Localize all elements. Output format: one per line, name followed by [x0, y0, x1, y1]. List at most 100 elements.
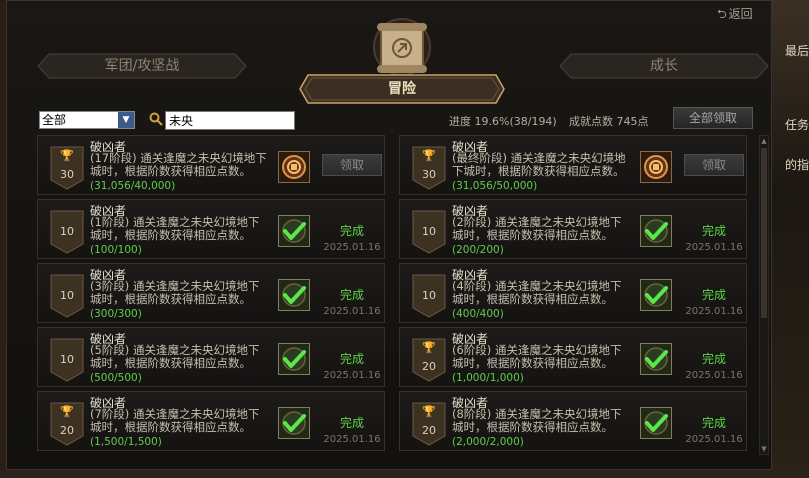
achievement-card: 10 破凶者 (5阶段) 通关逢魔之未央幻境地下城时，根据阶数获得相应点数。 (500…	[37, 327, 385, 387]
points-badge: 10	[50, 274, 84, 318]
points-value: 30	[60, 168, 74, 181]
progress-value: 19.6%(38/194)	[474, 115, 557, 128]
achievement-progress: (300/300)	[90, 308, 142, 320]
scroll-down-icon[interactable]: ▼	[760, 444, 768, 454]
back-label: 返回	[728, 7, 753, 21]
search-input[interactable]	[165, 111, 295, 130]
checkmark-icon	[278, 343, 310, 375]
achievement-description: (2阶段) 通关逢魔之未央幻境地下城时，根据阶数获得相应点数。	[452, 215, 622, 242]
points-summary: 成就点数 745点	[569, 113, 649, 129]
achievement-progress: (400/400)	[452, 308, 504, 320]
completed-status: 完成	[701, 288, 726, 302]
points-badge: 10	[412, 274, 446, 318]
achievement-progress: (31,056/40,000)	[90, 180, 176, 192]
background-text: 任务	[784, 118, 809, 132]
tab-adventure[interactable]: 冒险	[298, 73, 506, 105]
achievement-description: (3阶段) 通关逢魔之未央幻境地下城时，根据阶数获得相应点数。	[90, 279, 260, 306]
points-badge: 10	[412, 210, 446, 254]
achievement-progress: (1,500/1,500)	[90, 436, 162, 448]
points-value: 10	[60, 289, 74, 302]
trophy-icon: 🏆	[60, 405, 74, 418]
checkmark-icon	[640, 407, 672, 439]
points-badge: 🏆 30	[50, 146, 84, 190]
back-arrow-icon: ⮌	[717, 7, 727, 21]
achievement-progress: (200/200)	[452, 244, 504, 256]
emblem-icon	[640, 151, 672, 183]
claim-button[interactable]: 领取	[684, 154, 744, 176]
points-value: 10	[422, 225, 436, 238]
background-text: 的指	[784, 158, 809, 172]
completed-status: 完成	[701, 416, 726, 430]
achievement-description: (6阶段) 通关逢魔之未央幻境地下城时，根据阶数获得相应点数。	[452, 343, 622, 370]
list-scrollbar[interactable]: ▲ ▼	[759, 135, 769, 455]
dropdown-arrow-icon[interactable]: ▼	[118, 112, 134, 128]
points-badge: 10	[50, 210, 84, 254]
background-game-bottom	[0, 470, 809, 478]
points-value: 20	[422, 424, 436, 437]
progress-label: 进度	[449, 115, 471, 128]
points-badge: 🏆 20	[412, 338, 446, 382]
tab-adventure-label: 冒险	[388, 81, 416, 97]
tab-legion-label: 军团/攻坚战	[104, 58, 180, 74]
completed-date: 2025.01.16	[323, 370, 381, 381]
achievement-card: 🏆 20 破凶者 (8阶段) 通关逢魔之未央幻境地下城时，根据阶数获得相应点数。 (2,…	[399, 391, 747, 451]
achievement-description: (8阶段) 通关逢魔之未央幻境地下城时，根据阶数获得相应点数。	[452, 407, 622, 434]
trophy-icon: 🏆	[422, 341, 436, 354]
completed-status: 完成	[339, 416, 364, 430]
tab-growth[interactable]: 成长	[559, 53, 769, 79]
tab-growth-label: 成长	[650, 58, 678, 74]
achievement-card: 🏆 30 破凶者 (最终阶段) 通关逢魔之未央幻境地下城时，根据阶数获得相应点数。 (3…	[399, 135, 747, 195]
achievement-card: 🏆 20 破凶者 (6阶段) 通关逢魔之未央幻境地下城时，根据阶数获得相应点数。 (1,…	[399, 327, 747, 387]
checkmark-icon	[640, 215, 672, 247]
claim-all-button[interactable]: 全部领取	[673, 107, 753, 129]
completed-date: 2025.01.16	[685, 434, 743, 445]
points-value: 30	[422, 168, 436, 181]
completed-status: 完成	[339, 288, 364, 302]
category-select[interactable]: 全部 ▼	[39, 111, 135, 129]
completed-date: 2025.01.16	[685, 242, 743, 253]
tab-legion[interactable]: 军团/攻坚战	[37, 53, 247, 79]
points-badge: 🏆 20	[50, 402, 84, 446]
completed-date: 2025.01.16	[685, 370, 743, 381]
completed-status: 完成	[339, 352, 364, 366]
background-game-right: 最后 任务 的指	[772, 0, 809, 478]
achievement-progress: (31,056/50,000)	[452, 180, 538, 192]
points-badge: 🏆 30	[412, 146, 446, 190]
progress-summary: 进度 19.6%(38/194)	[449, 113, 557, 129]
checkmark-icon	[278, 279, 310, 311]
search-icon	[149, 112, 163, 126]
achievement-description: (7阶段) 通关逢魔之未央幻境地下城时，根据阶数获得相应点数。	[90, 407, 260, 434]
achievement-description: (17阶段) 通关逢魔之未央幻境地下城时，根据阶数获得相应点数。	[90, 151, 267, 178]
achievement-progress: (2,000/2,000)	[452, 436, 524, 448]
achievement-progress: (1,000/1,000)	[452, 372, 524, 384]
emblem-icon	[278, 151, 310, 183]
checkmark-icon	[640, 343, 672, 375]
points-label: 成就点数	[569, 115, 613, 128]
achievement-description: (5阶段) 通关逢魔之未央幻境地下城时，根据阶数获得相应点数。	[90, 343, 260, 370]
trophy-icon: 🏆	[422, 405, 436, 418]
points-value: 10	[60, 353, 74, 366]
achievement-progress: (100/100)	[90, 244, 142, 256]
achievement-card: 10 破凶者 (4阶段) 通关逢魔之未央幻境地下城时，根据阶数获得相应点数。 (400…	[399, 263, 747, 323]
achievement-card: 10 破凶者 (1阶段) 通关逢魔之未央幻境地下城时，根据阶数获得相应点数。 (100…	[37, 199, 385, 259]
checkmark-icon	[278, 215, 310, 247]
completed-status: 完成	[701, 224, 726, 238]
points-value: 20	[422, 360, 436, 373]
achievement-description: (1阶段) 通关逢魔之未央幻境地下城时，根据阶数获得相应点数。	[90, 215, 260, 242]
achievement-card: 10 破凶者 (2阶段) 通关逢魔之未央幻境地下城时，根据阶数获得相应点数。 (200…	[399, 199, 747, 259]
back-button[interactable]: ⮌ 返回	[717, 5, 753, 26]
scroll-up-icon[interactable]: ▲	[760, 136, 768, 146]
points-value: 10	[60, 225, 74, 238]
achievement-window: ⮌返回 军团/攻坚战 成长 冒险 全部 ▼ 进度 19.6%(38/194) 成…	[6, 0, 772, 470]
points-value: 10	[422, 289, 436, 302]
claim-button[interactable]: 领取	[322, 154, 382, 176]
completed-date: 2025.01.16	[323, 306, 381, 317]
achievement-card: 🏆 30 破凶者 (17阶段) 通关逢魔之未央幻境地下城时，根据阶数获得相应点数。 (3…	[37, 135, 385, 195]
background-text: 最后	[784, 44, 809, 58]
points-badge: 🏆 20	[412, 402, 446, 446]
points-value: 745点	[616, 115, 649, 128]
achievement-description: (最终阶段) 通关逢魔之未央幻境地下城时，根据阶数获得相应点数。	[452, 151, 626, 178]
checkmark-icon	[278, 407, 310, 439]
scroll-thumb[interactable]	[761, 148, 767, 318]
category-select-value: 全部	[42, 113, 67, 127]
